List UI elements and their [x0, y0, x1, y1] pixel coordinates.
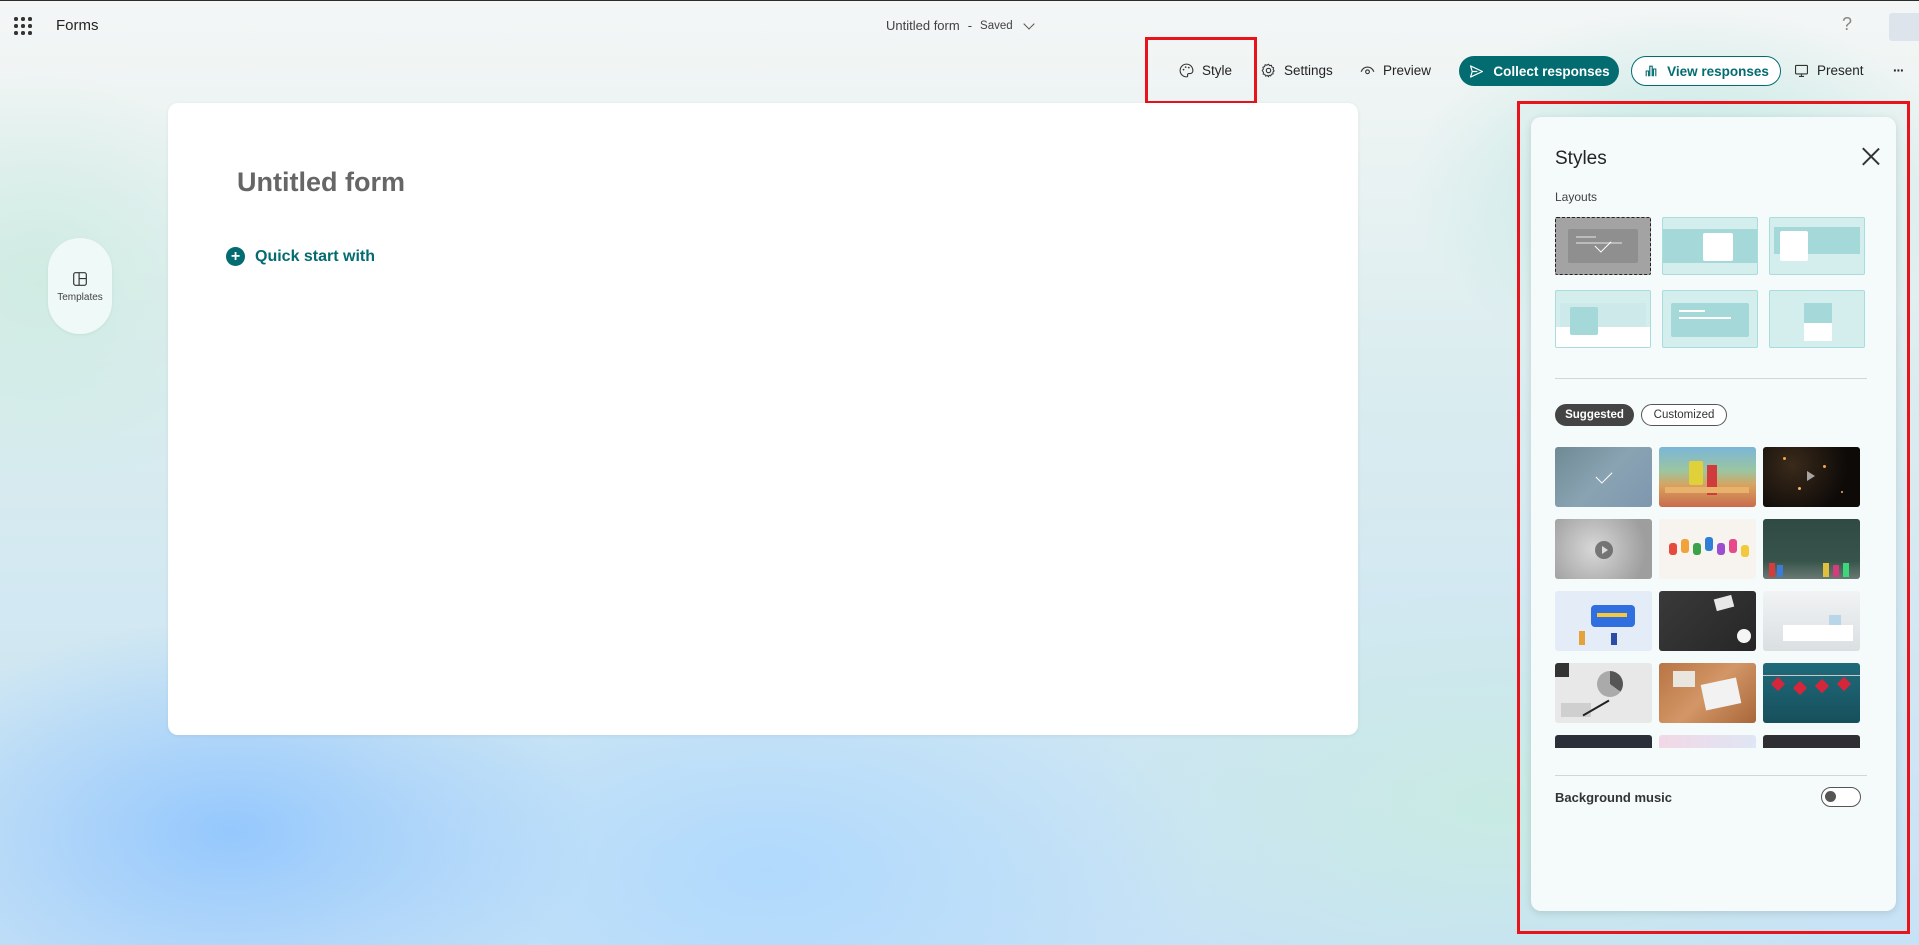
- checkmark-icon: [1595, 466, 1612, 484]
- settings-button[interactable]: Settings: [1260, 55, 1333, 85]
- title-separator: -: [967, 18, 973, 33]
- layout-option-3[interactable]: [1769, 217, 1865, 275]
- form-card: Untitled form + Quick start with: [168, 103, 1358, 735]
- theme-thumbnail-video[interactable]: [1555, 519, 1652, 579]
- form-title-dropdown[interactable]: Untitled form - Saved: [886, 17, 1035, 33]
- theme-thumbnail[interactable]: [1555, 447, 1652, 507]
- more-options-button[interactable]: ···: [1893, 55, 1904, 85]
- help-icon[interactable]: ?: [1842, 14, 1852, 35]
- settings-label: Settings: [1284, 62, 1333, 78]
- tab-customized[interactable]: Customized: [1641, 404, 1727, 426]
- theme-thumbnail-video[interactable]: [1763, 447, 1860, 507]
- preview-label: Preview: [1383, 62, 1432, 78]
- collect-responses-label: Collect responses: [1493, 63, 1610, 79]
- eye-icon: [1360, 66, 1375, 74]
- theme-thumbnail[interactable]: [1763, 735, 1860, 748]
- gear-icon: [1261, 63, 1275, 77]
- theme-thumbnail[interactable]: [1659, 447, 1756, 507]
- tab-suggested[interactable]: Suggested: [1555, 404, 1634, 426]
- theme-grid: [1555, 447, 1867, 748]
- theme-thumbnail[interactable]: [1555, 735, 1652, 748]
- theme-thumbnail[interactable]: [1555, 591, 1652, 651]
- layout-option-2[interactable]: [1662, 217, 1758, 275]
- form-title[interactable]: Untitled form: [237, 167, 405, 198]
- play-icon: [1807, 471, 1815, 481]
- bar-chart-icon: [1645, 65, 1657, 77]
- theme-thumbnail[interactable]: [1763, 591, 1860, 651]
- view-responses-button[interactable]: View responses: [1631, 56, 1781, 86]
- monitor-icon: [1794, 64, 1809, 77]
- header-form-title: Untitled form: [886, 18, 960, 33]
- plus-icon: +: [226, 247, 245, 266]
- layout-option-4[interactable]: [1555, 290, 1651, 348]
- preview-button[interactable]: Preview: [1359, 55, 1431, 85]
- styles-panel: Styles Layouts Suggested Customized Back…: [1531, 117, 1896, 911]
- view-responses-label: View responses: [1667, 63, 1769, 79]
- style-button[interactable]: Style: [1178, 55, 1232, 85]
- panel-divider: [1555, 378, 1867, 379]
- collect-responses-button[interactable]: Collect responses: [1459, 56, 1619, 86]
- layout-option-1[interactable]: [1555, 217, 1651, 275]
- theme-thumbnail[interactable]: [1763, 663, 1860, 723]
- avatar[interactable]: [1889, 13, 1919, 41]
- app-launcher-icon[interactable]: [14, 17, 32, 35]
- theme-thumbnail[interactable]: [1659, 519, 1756, 579]
- layout-option-5[interactable]: [1662, 290, 1758, 348]
- palette-icon: [1179, 63, 1194, 77]
- template-icon: [73, 271, 87, 286]
- background-music-toggle[interactable]: [1821, 787, 1861, 807]
- app-name[interactable]: Forms: [56, 17, 99, 34]
- theme-thumbnail[interactable]: [1555, 663, 1652, 723]
- theme-thumbnail[interactable]: [1763, 519, 1860, 579]
- send-icon: [1470, 64, 1484, 78]
- quick-start-label: Quick start with: [255, 247, 376, 265]
- layout-option-6[interactable]: [1769, 290, 1865, 348]
- theme-thumbnail[interactable]: [1659, 735, 1756, 748]
- panel-divider: [1555, 775, 1867, 776]
- templates-button[interactable]: Templates: [48, 238, 112, 334]
- quick-start-button[interactable]: + Quick start with: [226, 247, 375, 266]
- toggle-knob: [1825, 791, 1836, 802]
- save-status: Saved: [980, 19, 1013, 32]
- templates-label: Templates: [57, 291, 103, 303]
- theme-thumbnail[interactable]: [1659, 591, 1756, 651]
- chevron-down-icon: [1022, 17, 1035, 30]
- background-music-label: Background music: [1555, 790, 1673, 805]
- play-icon: [1595, 541, 1613, 559]
- layouts-label: Layouts: [1555, 190, 1598, 204]
- present-button[interactable]: Present: [1793, 55, 1864, 85]
- theme-thumbnail[interactable]: [1659, 663, 1756, 723]
- close-icon[interactable]: [1861, 147, 1881, 167]
- top-bar: Forms Untitled form - Saved ?: [0, 0, 1919, 50]
- styles-panel-title: Styles: [1555, 148, 1607, 169]
- present-label: Present: [1817, 62, 1864, 78]
- style-label: Style: [1202, 62, 1233, 78]
